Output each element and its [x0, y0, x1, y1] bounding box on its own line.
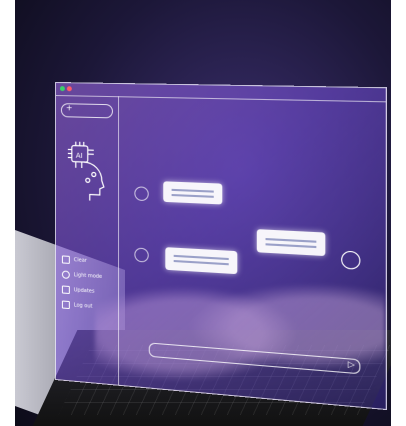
- ai-head-brain-icon: AI: [67, 135, 112, 201]
- logout-icon: [61, 300, 70, 310]
- bot-avatar-icon: [134, 186, 149, 202]
- new-chat-field[interactable]: +: [60, 103, 113, 119]
- hologram-chat-window: + AI Clear Light mode Updates Log out ▷: [55, 82, 387, 411]
- edit-icon: [61, 285, 70, 295]
- sun-icon: [61, 270, 70, 279]
- bot-message-bubble-2: [165, 247, 238, 275]
- chat-area: ▷: [118, 96, 386, 409]
- window-dot-green[interactable]: [59, 86, 65, 92]
- svg-text:AI: AI: [76, 152, 83, 160]
- menu-label-updates: Updates: [73, 287, 95, 295]
- trash-icon: [61, 255, 70, 264]
- menu-label-log-out: Log out: [73, 302, 93, 310]
- sidebar: + AI Clear Light mode Updates Log out: [55, 95, 120, 385]
- menu-item-updates[interactable]: Updates: [61, 283, 116, 299]
- user-message-bubble: [256, 229, 326, 257]
- bot-message-bubble: [163, 181, 223, 205]
- plus-icon[interactable]: +: [66, 103, 73, 112]
- menu-item-log-out[interactable]: Log out: [61, 298, 116, 314]
- menu-label-light-mode: Light mode: [73, 272, 103, 281]
- bot-avatar-icon-2: [134, 247, 149, 263]
- menu-label-clear: Clear: [73, 257, 87, 264]
- user-avatar-icon: [341, 250, 361, 270]
- menu-item-clear[interactable]: Clear: [61, 253, 116, 268]
- window-dot-red[interactable]: [66, 86, 72, 92]
- menu-item-light-mode[interactable]: Light mode: [61, 268, 116, 284]
- send-icon[interactable]: ▷: [348, 359, 355, 369]
- message-input[interactable]: ▷: [148, 342, 361, 375]
